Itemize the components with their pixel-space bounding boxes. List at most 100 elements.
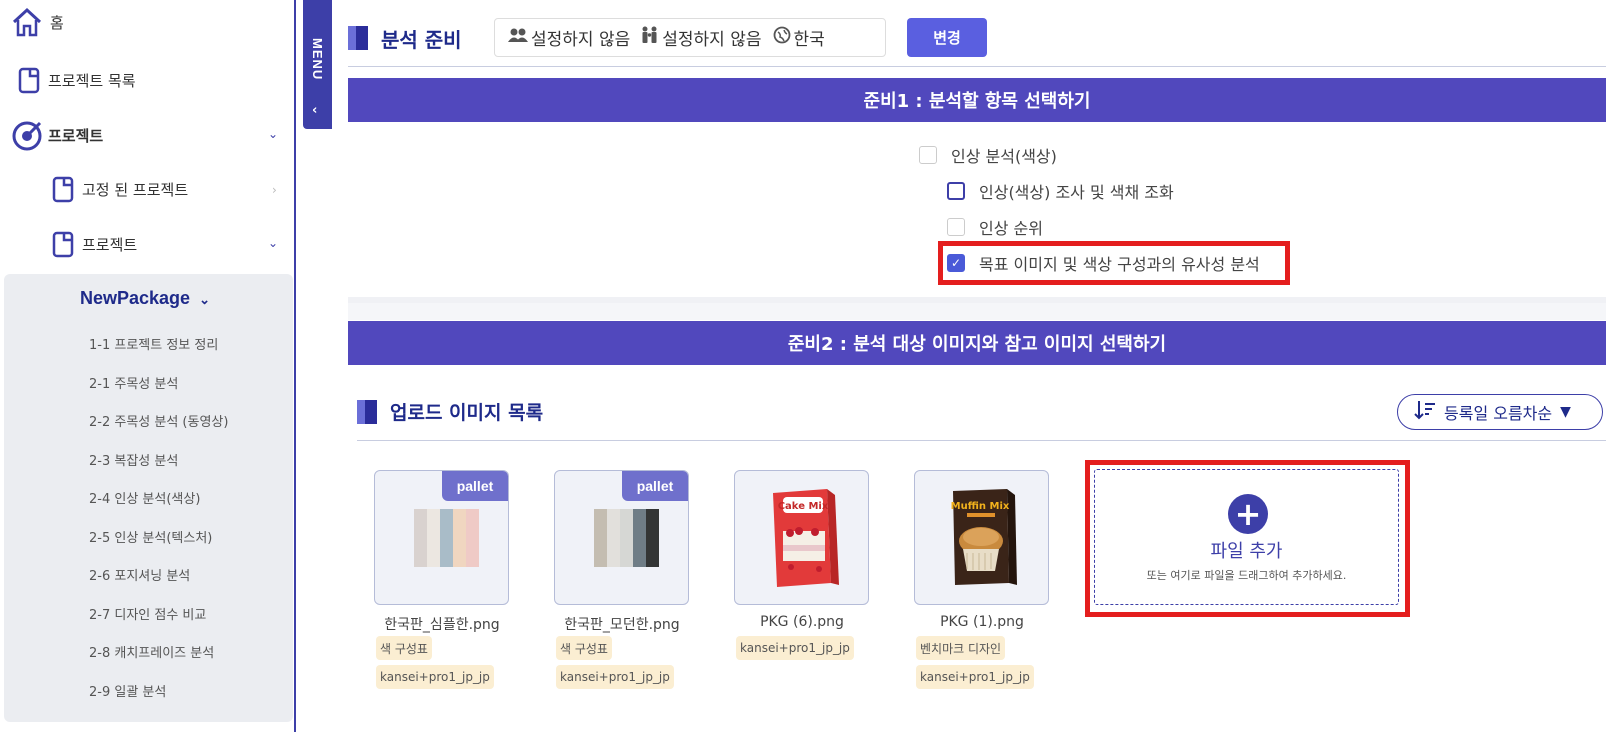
palette-swatch [607, 509, 620, 567]
nav-project[interactable]: 프로젝트 [10, 115, 103, 155]
caret-down-icon: ▼ [1560, 404, 1571, 420]
family-icon [640, 26, 660, 49]
palette-swatch [633, 509, 646, 567]
image-card[interactable]: Cake Mix [734, 470, 869, 605]
section-marker-icon [357, 400, 377, 424]
package-item[interactable]: 2-9 일괄 분석 [89, 681, 166, 700]
nav-project-sub[interactable]: 프로젝트 [46, 224, 137, 264]
image-card[interactable]: pallet [554, 470, 689, 605]
package-name: NewPackage [80, 288, 191, 308]
option-label: 인상 분석(색상) [951, 147, 1057, 166]
highlight-box [1085, 460, 1410, 617]
product-label: Muffin Mix [951, 501, 1010, 512]
product-label: Cake Mix [778, 501, 829, 512]
file-tag: kansei+pro1_jp_jp [376, 665, 494, 689]
section1-header: 준비1 : 분석할 항목 선택하기 [348, 78, 1606, 122]
sidebar: 홈 프로젝트 목록 프로젝트 ⌄ 고정 된 프로젝트 › 프로젝트 ⌄ NewP… [0, 0, 296, 732]
gender-setting: 설정하지 않음 [507, 25, 630, 50]
palette-swatch [440, 509, 453, 567]
nav-home[interactable]: 홈 [10, 2, 64, 42]
upload-divider [357, 440, 1606, 441]
sort-label: 등록일 오름차순 [1444, 404, 1553, 423]
file-tag: 벤치마크 디자인 [916, 636, 1006, 660]
checkbox[interactable] [947, 182, 965, 200]
package-item[interactable]: 1-1 프로젝트 정보 정리 [89, 334, 218, 353]
palette-swatch [646, 509, 659, 567]
file-name: PKG (6).png [760, 614, 844, 630]
people-icon [507, 27, 529, 48]
chevron-down-icon[interactable]: ⌄ [268, 127, 278, 141]
file-tag: kansei+pro1_jp_jp [556, 665, 674, 689]
nav-project-label: 프로젝트 [48, 126, 104, 145]
palette-swatch [466, 509, 479, 567]
gender-value: 설정하지 않음 [531, 30, 631, 50]
file-name: 한국판_심플한.png [384, 617, 500, 633]
nav-project-list-label: 프로젝트 목록 [48, 71, 136, 90]
age-value: 설정하지 않음 [662, 30, 762, 50]
package-item[interactable]: 2-4 인상 분석(색상) [89, 488, 200, 507]
chevron-down-icon[interactable]: ⌄ [268, 236, 278, 250]
nav-project-sub-label: 프로젝트 [82, 235, 138, 254]
package-item[interactable]: 2-5 인상 분석(텍스처) [89, 527, 212, 546]
settings-summary: 설정하지 않음 설정하지 않음 한국 [494, 18, 886, 57]
product-image: Muffin Mix [951, 489, 1017, 585]
package-item[interactable]: 2-8 캐치프레이즈 분석 [89, 642, 214, 661]
nav-pinned-project-label: 고정 된 프로젝트 [82, 180, 189, 199]
pallet-badge: pallet [442, 471, 508, 501]
product-image: Cake Mix [773, 489, 839, 587]
page-title: 분석 준비 [381, 28, 462, 52]
option-label: 인상(색상) 조사 및 색채 조화 [979, 183, 1174, 202]
age-setting: 설정하지 않음 [640, 25, 762, 50]
chevron-down-icon: ⌄ [199, 292, 210, 307]
file-tag: 색 구성표 [556, 636, 612, 660]
home-icon [10, 5, 44, 39]
document-icon [46, 172, 80, 206]
globe-icon [772, 25, 792, 50]
package-item[interactable]: 2-7 디자인 점수 비교 [89, 604, 206, 623]
highlight-box [938, 241, 1290, 285]
package-item[interactable]: 2-2 주목성 분석 (동영상) [89, 411, 228, 430]
checkbox[interactable] [919, 146, 937, 164]
document-icon [46, 227, 80, 261]
option-impression-color[interactable]: 인상 분석(색상) [919, 143, 1057, 167]
sort-dropdown[interactable]: 등록일 오름차순 ▼ [1397, 394, 1603, 430]
option-color-harmony[interactable]: 인상(색상) 조사 및 색채 조화 [947, 179, 1174, 203]
section-separator [348, 303, 1606, 320]
nav-project-list[interactable]: 프로젝트 목록 [12, 60, 136, 100]
package-item[interactable]: 2-3 복잡성 분석 [89, 450, 178, 469]
palette-swatch [427, 509, 440, 567]
package-title[interactable]: NewPackage ⌄ [80, 288, 210, 309]
menu-label: MENU [310, 38, 325, 81]
document-icon [12, 63, 46, 97]
palette-swatch [414, 509, 427, 567]
menu-toggle[interactable]: MENU ‹ [303, 0, 332, 129]
change-button[interactable]: 변경 [907, 18, 987, 57]
region-value: 한국 [793, 30, 825, 50]
nav-home-label: 홈 [50, 13, 64, 32]
chevron-right-icon[interactable]: › [272, 183, 277, 197]
palette-swatch [620, 509, 633, 567]
option-impression-rank[interactable]: 인상 순위 [947, 215, 1043, 239]
region-setting: 한국 [772, 25, 825, 50]
upload-list-title: 업로드 이미지 목록 [390, 402, 544, 424]
palette-swatch [453, 509, 466, 567]
image-card[interactable]: Muffin Mix [914, 470, 1049, 605]
checkbox[interactable] [947, 218, 965, 236]
nav-pinned-project[interactable]: 고정 된 프로젝트 [46, 169, 188, 209]
option-label: 인상 순위 [979, 219, 1043, 238]
file-tag: kansei+pro1_jp_jp [736, 636, 854, 660]
image-card[interactable]: pallet [374, 470, 509, 605]
file-name: PKG (1).png [940, 614, 1024, 630]
header-divider [348, 66, 1606, 67]
section2-header: 준비2 : 분석 대상 이미지와 참고 이미지 선택하기 [348, 321, 1606, 365]
package-item[interactable]: 2-1 주목성 분석 [89, 373, 178, 392]
file-tag: 색 구성표 [376, 636, 432, 660]
file-tag: kansei+pro1_jp_jp [916, 665, 1034, 689]
section-marker-icon [348, 26, 368, 50]
palette-swatch [594, 509, 607, 567]
package-item[interactable]: 2-6 포지셔닝 분석 [89, 565, 190, 584]
target-icon [10, 118, 44, 152]
pallet-badge: pallet [622, 471, 688, 501]
sort-icon [1414, 399, 1436, 425]
chevron-left-icon: ‹ [312, 103, 318, 118]
